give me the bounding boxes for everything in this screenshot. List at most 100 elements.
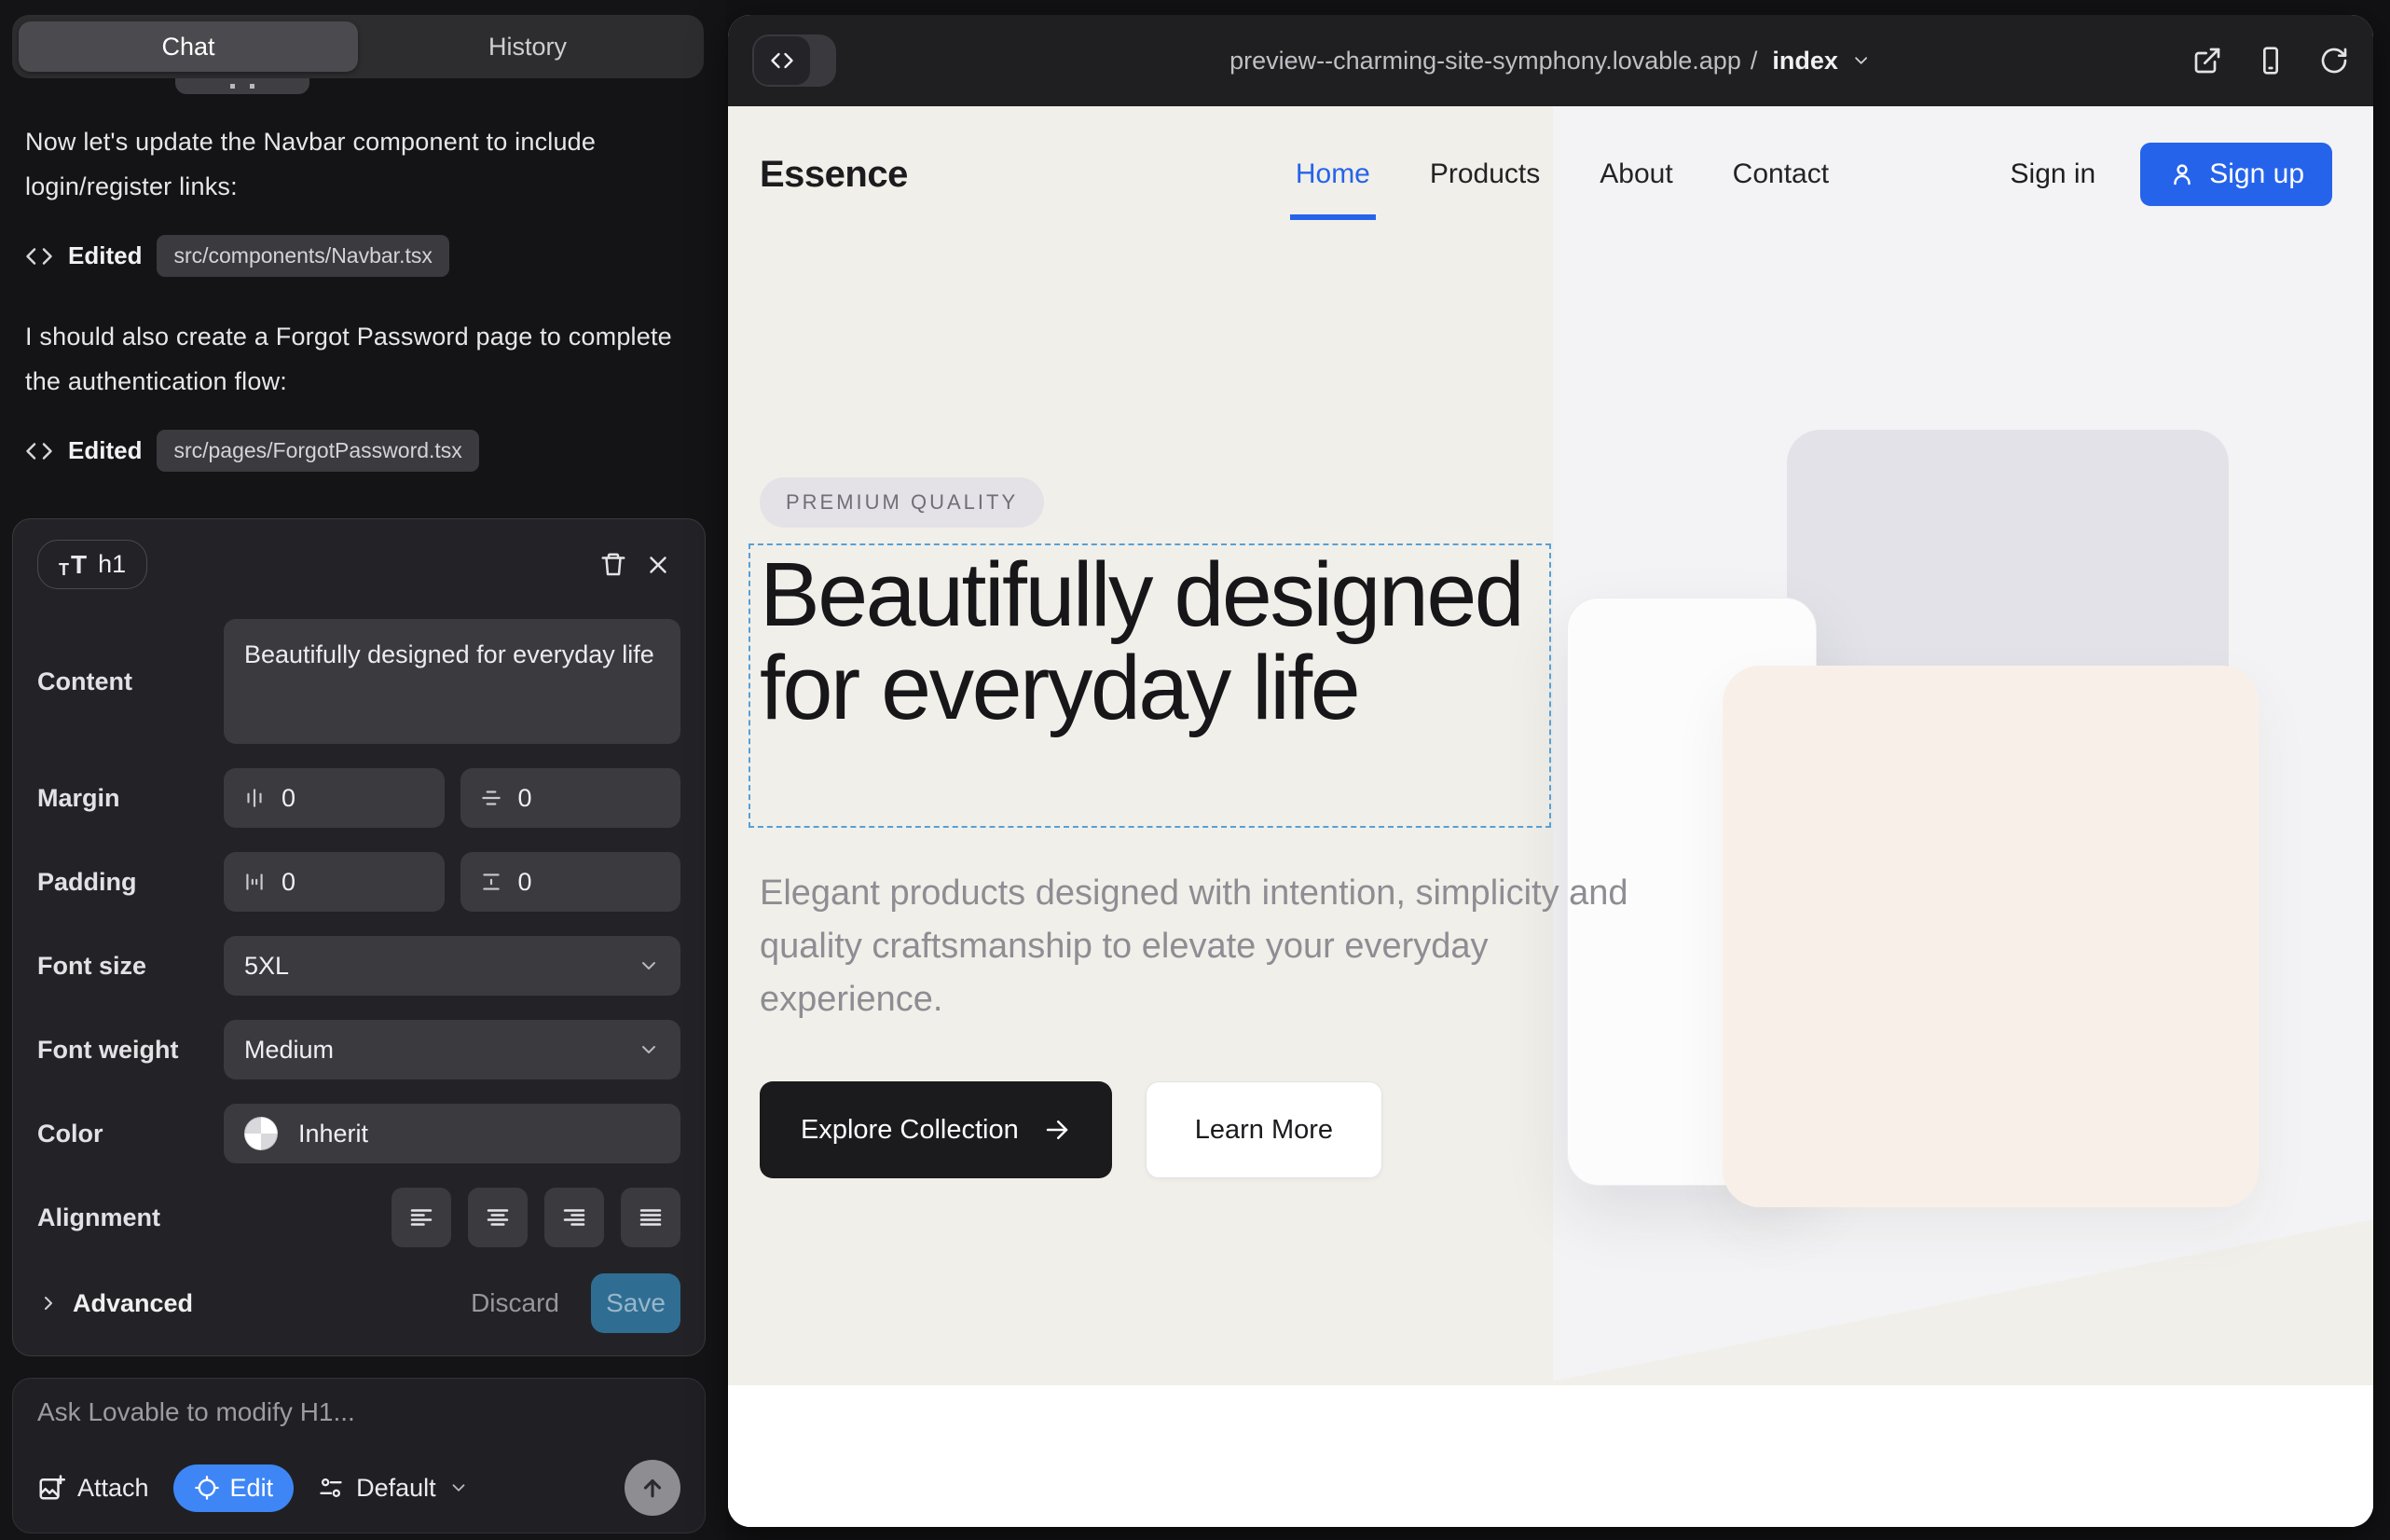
- sliders-icon: [318, 1475, 344, 1501]
- font-size-select[interactable]: 5XL: [224, 936, 680, 996]
- chevron-right-icon: [37, 1292, 60, 1314]
- sign-up-button[interactable]: Sign up: [2140, 143, 2332, 206]
- prompt-input[interactable]: [37, 1397, 680, 1438]
- font-weight-select[interactable]: Medium: [224, 1020, 680, 1079]
- selected-element-pill[interactable]: TT h1: [37, 540, 147, 589]
- user-icon: [2168, 160, 2196, 188]
- color-label: Color: [37, 1120, 224, 1148]
- color-select[interactable]: Inherit: [224, 1104, 680, 1163]
- align-left-icon: [407, 1203, 435, 1231]
- content-input[interactable]: Beautifully designed for everyday life: [224, 619, 680, 744]
- discard-button[interactable]: Discard: [471, 1288, 559, 1318]
- file-action-label: Edited: [68, 436, 142, 465]
- align-right-button[interactable]: [544, 1188, 604, 1247]
- refresh-icon: [2319, 46, 2349, 76]
- file-path-chip[interactable]: src/components/Navbar.tsx: [157, 235, 448, 277]
- open-in-new-tab-button[interactable]: [2192, 46, 2222, 76]
- preview-topbar: preview--charming-site-symphony.lovable.…: [728, 15, 2373, 106]
- arrow-right-icon: [1043, 1116, 1071, 1144]
- nav-link-contact[interactable]: Contact: [1733, 158, 1829, 190]
- padding-horizontal-icon: [242, 870, 267, 894]
- tab-history[interactable]: History: [358, 21, 697, 72]
- learn-more-button[interactable]: Learn More: [1146, 1081, 1382, 1178]
- file-path-chip[interactable]: src/pages/ForgotPassword.tsx: [157, 430, 478, 472]
- refresh-button[interactable]: [2319, 46, 2349, 76]
- align-right-icon: [560, 1203, 588, 1231]
- margin-vertical-icon: [479, 786, 503, 810]
- site-nav-auth: Sign in Sign up: [2011, 143, 2332, 206]
- text-type-icon: TT: [59, 552, 87, 578]
- external-link-icon: [2192, 46, 2222, 76]
- chevron-down-icon: [448, 1478, 469, 1498]
- align-center-button[interactable]: [468, 1188, 528, 1247]
- edit-label: Edit: [230, 1474, 274, 1503]
- align-justify-icon: [637, 1203, 665, 1231]
- padding-y-value: 0: [518, 868, 532, 897]
- url-host: preview--charming-site-symphony.lovable.…: [1229, 47, 1741, 76]
- margin-x-value: 0: [282, 784, 295, 813]
- edited-file-row: Edited src/pages/ForgotPassword.tsx: [25, 430, 693, 472]
- edited-file-row: Edited src/components/Navbar.tsx: [25, 235, 693, 277]
- mobile-view-button[interactable]: [2256, 46, 2286, 76]
- save-button[interactable]: Save: [591, 1273, 680, 1333]
- code-view-toggle[interactable]: [752, 34, 836, 87]
- chevron-down-icon: [1851, 50, 1872, 71]
- nav-link-about[interactable]: About: [1600, 158, 1672, 190]
- site-logo[interactable]: Essence: [760, 154, 908, 196]
- padding-x-input[interactable]: 0: [224, 852, 445, 912]
- crosshair-icon: [194, 1475, 220, 1501]
- send-button[interactable]: [625, 1460, 680, 1516]
- close-icon: [644, 551, 672, 579]
- margin-y-input[interactable]: 0: [460, 768, 681, 828]
- hero-headline[interactable]: Beautifully designed for everyday life: [760, 548, 1543, 735]
- margin-label: Margin: [37, 784, 224, 813]
- padding-vertical-icon: [479, 870, 503, 894]
- edit-mode-button[interactable]: Edit: [173, 1464, 295, 1512]
- attach-button[interactable]: Attach: [37, 1474, 149, 1503]
- alignment-row: Alignment: [37, 1188, 680, 1247]
- margin-y-value: 0: [518, 784, 532, 813]
- sign-in-link[interactable]: Sign in: [2011, 158, 2096, 190]
- next-section-background: [728, 1385, 2373, 1527]
- padding-x-value: 0: [282, 868, 295, 897]
- scrolled-chip-partial: [175, 78, 309, 94]
- topbar-actions: [2192, 46, 2349, 76]
- explore-collection-button[interactable]: Explore Collection: [760, 1081, 1112, 1178]
- code-icon: [25, 437, 53, 465]
- tab-chat[interactable]: Chat: [19, 21, 358, 72]
- nav-link-products[interactable]: Products: [1430, 158, 1540, 190]
- padding-row: Padding 0 0: [37, 852, 680, 912]
- chat-history-tabs: Chat History: [12, 15, 704, 78]
- content-row: Content Beautifully designed for everyda…: [37, 619, 680, 744]
- site-canvas: Essence Home Products About Contact Sign…: [728, 106, 2373, 1527]
- advanced-toggle[interactable]: Advanced: [37, 1289, 193, 1318]
- margin-x-input[interactable]: 0: [224, 768, 445, 828]
- chat-panel: Chat History Now let's update the Navbar…: [0, 0, 726, 1540]
- model-default-button[interactable]: Default: [318, 1474, 469, 1503]
- url-separator: /: [1751, 47, 1758, 76]
- hero-cta-group: Explore Collection Learn More: [760, 1081, 1382, 1178]
- premium-quality-badge: PREMIUM QUALITY: [760, 477, 1044, 528]
- url-page: index: [1772, 47, 1838, 76]
- nav-link-home[interactable]: Home: [1296, 158, 1370, 190]
- sign-up-label: Sign up: [2209, 158, 2304, 190]
- url-bar[interactable]: preview--charming-site-symphony.lovable.…: [1229, 15, 1872, 106]
- delete-element-button[interactable]: [591, 543, 636, 587]
- code-icon: [769, 48, 795, 74]
- font-weight-row: Font weight Medium: [37, 1020, 680, 1079]
- hero-subtitle: Elegant products designed with intention…: [760, 867, 1645, 1026]
- font-size-value: 5XL: [244, 952, 638, 981]
- advanced-label: Advanced: [73, 1289, 193, 1318]
- align-justify-button[interactable]: [621, 1188, 680, 1247]
- assistant-message: Now let's update the Navbar component to…: [25, 119, 693, 209]
- content-label: Content: [37, 667, 224, 696]
- padding-y-input[interactable]: 0: [460, 852, 681, 912]
- site-navbar: Essence Home Products About Contact Sign…: [728, 106, 2373, 242]
- chat-messages: Now let's update the Navbar component to…: [25, 119, 693, 509]
- margin-row: Margin 0 0: [37, 768, 680, 828]
- decor-card-cream: [1723, 666, 2259, 1207]
- close-editor-button[interactable]: [636, 543, 680, 587]
- element-editor-panel: TT h1 Content Beautifull: [12, 518, 706, 1356]
- chevron-down-icon: [638, 955, 660, 977]
- align-left-button[interactable]: [391, 1188, 451, 1247]
